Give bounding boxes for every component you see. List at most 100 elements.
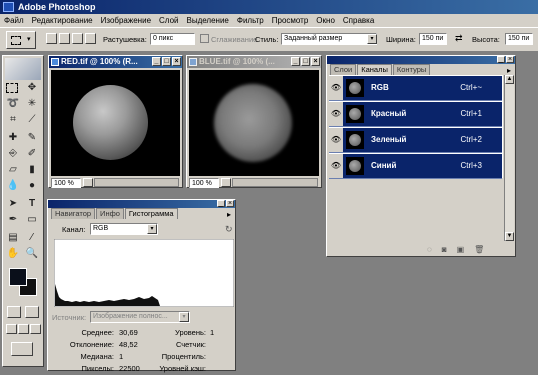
lasso-tool-icon[interactable]: ➰	[5, 96, 21, 112]
minimize-icon[interactable]: _	[497, 56, 505, 63]
chevron-down-icon[interactable]: ▾	[147, 224, 157, 234]
move-tool-icon[interactable]: ✥	[24, 80, 40, 96]
stat-count-label: Счетчик:	[175, 340, 206, 349]
height-input[interactable]: 150 пи	[505, 33, 533, 45]
tab-layers[interactable]: Слои	[330, 64, 357, 75]
quick-mask-icon[interactable]	[25, 306, 39, 318]
width-input[interactable]: 150 пи	[419, 33, 447, 45]
swap-arrows-icon[interactable]: ⇄	[455, 33, 463, 44]
menu-select[interactable]: Выделение	[182, 14, 232, 27]
minimize-icon[interactable]: _	[152, 57, 161, 66]
vertical-scrollbar[interactable]: ▲ ▼	[504, 75, 514, 241]
style-select[interactable]: Заданный размер	[281, 33, 377, 45]
eye-icon[interactable]: 👁	[329, 76, 343, 100]
screen-mode-full-menu-icon[interactable]	[18, 324, 29, 334]
add-selection-icon[interactable]	[59, 33, 70, 44]
minimize-icon[interactable]: _	[217, 200, 225, 207]
blur-tool-icon[interactable]: 💧	[5, 178, 21, 194]
close-icon[interactable]: ×	[172, 57, 181, 66]
dodge-tool-icon[interactable]: ●	[24, 178, 40, 194]
status-menu-icon[interactable]	[221, 178, 231, 187]
feather-input[interactable]: 0 пикс	[150, 33, 195, 45]
zoom-tool-icon[interactable]: 🔍	[24, 246, 40, 262]
tab-paths[interactable]: Контуры	[392, 64, 431, 75]
new-selection-icon[interactable]	[46, 33, 57, 44]
hand-tool-icon[interactable]: ✋	[5, 246, 21, 262]
load-selection-icon[interactable]: ◌	[427, 245, 432, 254]
maximize-icon[interactable]: □	[301, 57, 310, 66]
standard-mode-icon[interactable]	[7, 306, 21, 318]
trash-icon[interactable]: 🗑	[474, 245, 484, 254]
tool-preset-picker[interactable]: ▾	[6, 31, 36, 49]
menu-layer[interactable]: Слой	[155, 14, 182, 27]
menu-window[interactable]: Окно	[312, 14, 339, 27]
refresh-icon[interactable]: ↻	[225, 224, 233, 235]
menu-view[interactable]: Просмотр	[268, 14, 313, 27]
document-titlebar-red[interactable]: RED.tif @ 100% (R... _ □ ×	[49, 56, 182, 68]
source-select[interactable]: Изображение полнос...	[90, 311, 190, 323]
save-selection-icon[interactable]: ◙	[442, 245, 447, 254]
notes-tool-icon[interactable]: ▤	[5, 230, 21, 246]
history-brush-icon[interactable]: ✐	[24, 146, 40, 162]
new-channel-icon[interactable]: ▣	[457, 245, 465, 254]
menu-help[interactable]: Справка	[339, 14, 378, 27]
panel-menu-icon[interactable]: ▸	[507, 66, 511, 75]
zoom-field[interactable]: 100 %	[51, 177, 81, 188]
eye-icon[interactable]: 👁	[329, 154, 343, 178]
clone-stamp-icon[interactable]: ⎆	[5, 146, 21, 162]
intersect-selection-icon[interactable]	[85, 33, 96, 44]
magic-wand-icon[interactable]: ✳	[24, 96, 40, 112]
menu-file[interactable]: Файл	[0, 14, 28, 27]
close-icon[interactable]: ×	[311, 57, 320, 66]
channel-row-red[interactable]: 👁 Красный Ctrl+1	[329, 102, 502, 127]
close-icon[interactable]: ×	[226, 200, 234, 207]
panel-titlebar[interactable]: _ ×	[327, 56, 515, 64]
scroll-down-icon[interactable]: ▼	[505, 232, 514, 241]
source-label: Источник:	[52, 313, 87, 322]
close-icon[interactable]: ×	[506, 56, 514, 63]
channel-row-blue[interactable]: 👁 Синий Ctrl+3	[329, 154, 502, 179]
panel-menu-icon[interactable]: ▸	[227, 210, 231, 219]
screen-mode-standard-icon[interactable]	[6, 324, 17, 334]
path-selection-icon[interactable]: ➤	[5, 196, 21, 212]
shape-tool-icon[interactable]: ▭	[24, 212, 40, 228]
chevron-down-icon[interactable]: ▾	[179, 312, 189, 322]
status-menu-icon[interactable]	[83, 178, 93, 187]
jump-to-imageready-icon[interactable]	[11, 342, 33, 356]
channel-row-green[interactable]: 👁 Зеленый Ctrl+2	[329, 128, 502, 153]
screen-mode-full-icon[interactable]	[30, 324, 41, 334]
tab-histogram[interactable]: Гистограмма	[124, 208, 178, 219]
zoom-field[interactable]: 100 %	[189, 177, 219, 188]
channel-row-rgb[interactable]: 👁 RGB Ctrl+~	[329, 76, 502, 101]
panel-titlebar[interactable]: _ ×	[48, 200, 235, 208]
tab-channels[interactable]: Каналы	[357, 64, 392, 75]
image-canvas-blue[interactable]	[189, 70, 319, 176]
minimize-icon[interactable]: _	[291, 57, 300, 66]
menu-edit[interactable]: Редактирование	[28, 14, 97, 27]
gradient-tool-icon[interactable]: ▮	[24, 162, 40, 178]
menu-filter[interactable]: Фильтр	[233, 14, 268, 27]
tab-info[interactable]: Инфо	[96, 208, 124, 219]
eyedropper-icon[interactable]: ⁄	[24, 230, 40, 246]
maximize-icon[interactable]: □	[162, 57, 171, 66]
horizontal-scrollbar[interactable]	[232, 178, 318, 187]
antialias-checkbox[interactable]	[200, 34, 209, 43]
chevron-down-icon[interactable]: ▾	[367, 34, 377, 44]
image-canvas-red[interactable]	[51, 70, 180, 176]
document-titlebar-blue[interactable]: BLUE.tif @ 100% (... _ □ ×	[187, 56, 321, 68]
menu-image[interactable]: Изображение	[97, 14, 155, 27]
subtract-selection-icon[interactable]	[72, 33, 83, 44]
tab-navigator[interactable]: Навигатор	[51, 208, 96, 219]
brush-tool-icon[interactable]: ✎	[24, 130, 40, 146]
horizontal-scrollbar[interactable]	[94, 178, 179, 187]
healing-brush-icon[interactable]: ✚	[5, 130, 21, 146]
marquee-tool-icon[interactable]	[6, 83, 18, 93]
pen-tool-icon[interactable]: ✒	[5, 212, 21, 228]
eye-icon[interactable]: 👁	[329, 128, 343, 152]
type-tool-icon[interactable]: T	[24, 196, 40, 212]
crop-tool-icon[interactable]: ⌗	[5, 112, 21, 128]
eraser-tool-icon[interactable]: ▱	[5, 162, 21, 178]
scroll-up-icon[interactable]: ▲	[505, 75, 514, 84]
eye-icon[interactable]: 👁	[329, 102, 343, 126]
slice-tool-icon[interactable]: ⟋	[24, 112, 40, 128]
